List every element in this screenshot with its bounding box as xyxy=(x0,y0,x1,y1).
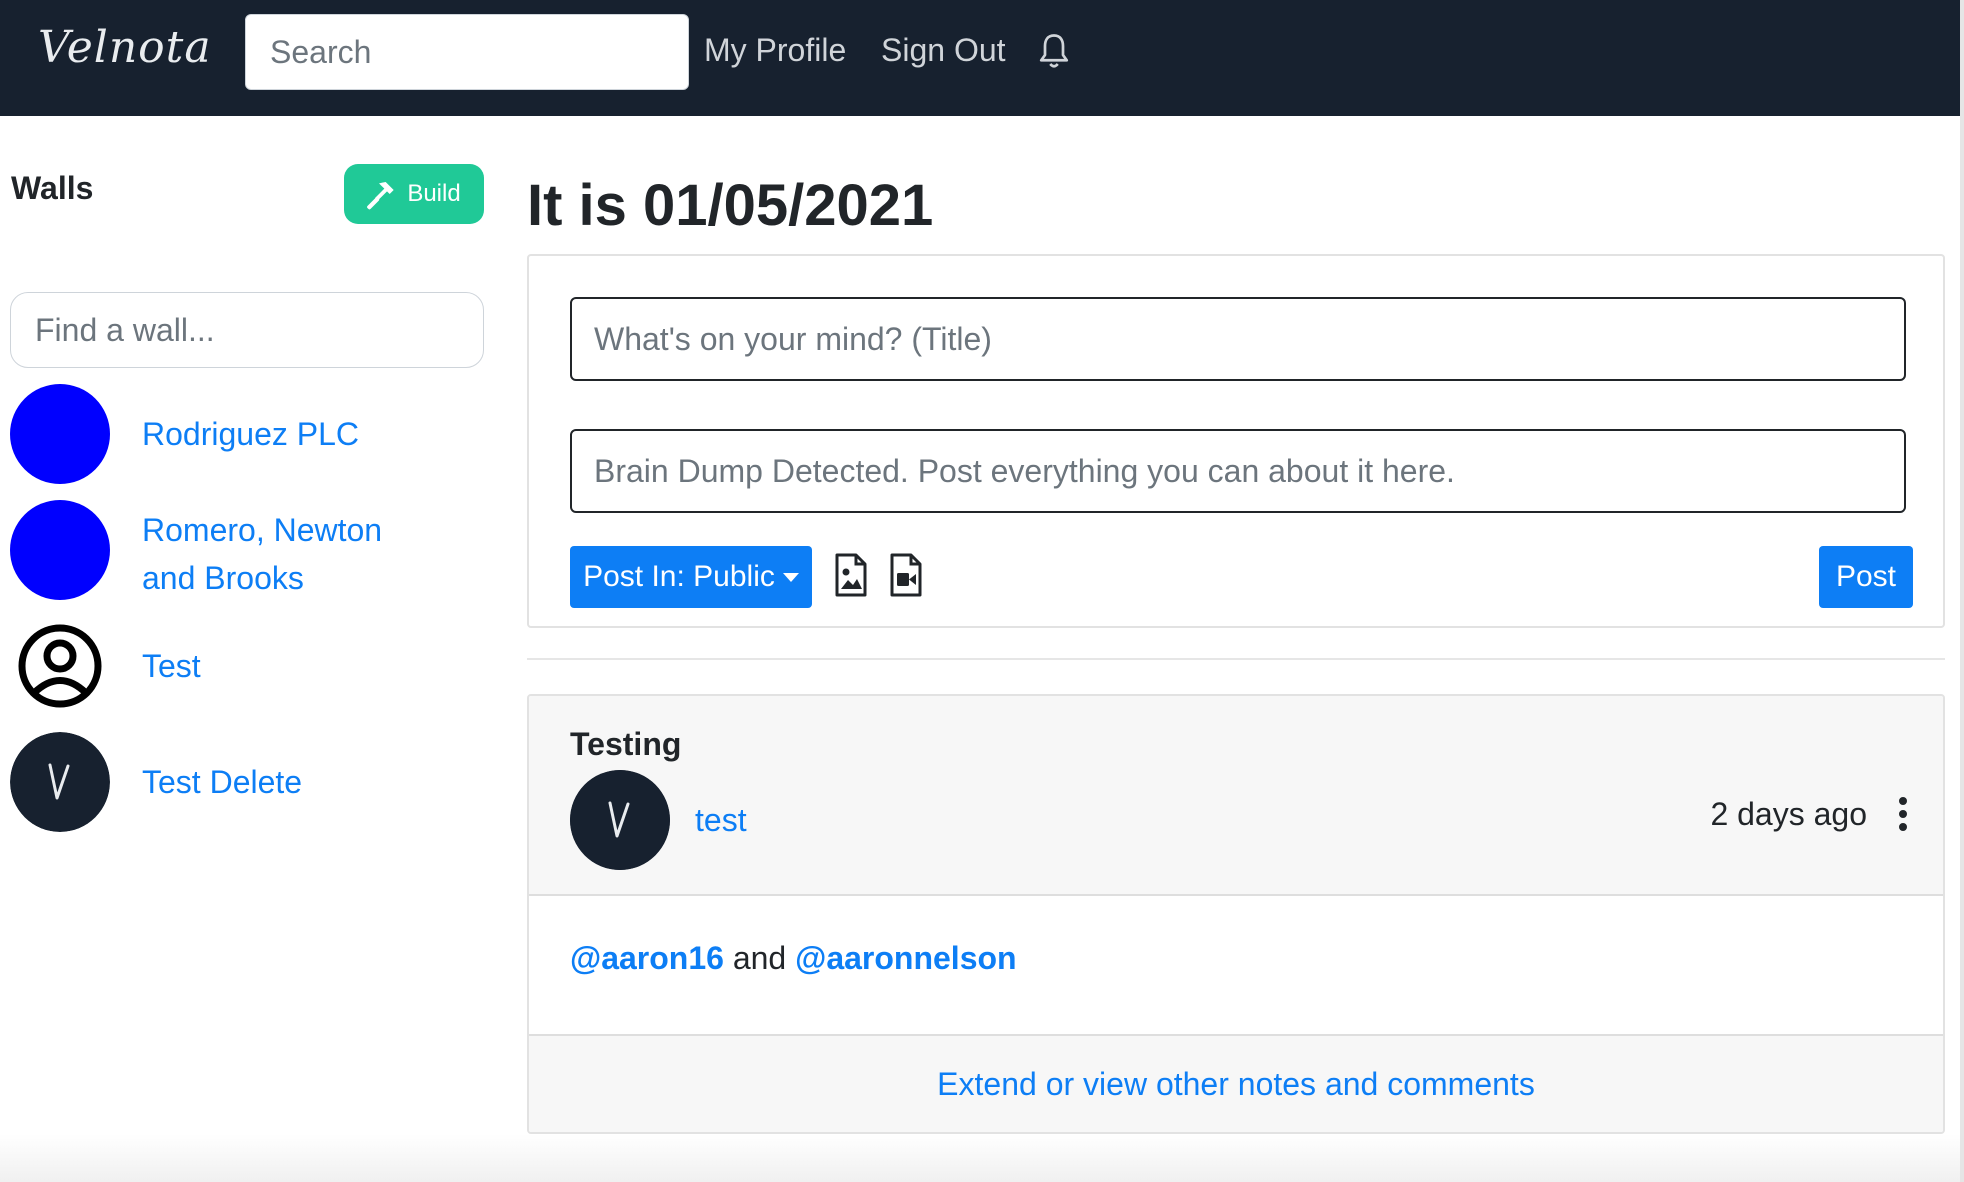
date-heading: It is 01/05/2021 xyxy=(527,173,934,238)
top-navbar: Velnota My Profile Sign Out xyxy=(0,0,1960,116)
caret-down-icon xyxy=(782,572,799,582)
walls-heading: Walls xyxy=(11,170,94,206)
file-video-icon[interactable] xyxy=(889,552,923,598)
my-profile-link[interactable]: My Profile xyxy=(704,32,846,69)
wall-item-test[interactable]: Test xyxy=(10,616,490,716)
post-body-input[interactable] xyxy=(570,429,1906,513)
compose-card: Post In: Public Post xyxy=(527,254,1945,628)
search-input[interactable] xyxy=(245,14,689,90)
post-title-input[interactable] xyxy=(570,297,1906,381)
wall-name-line1: Romero, Newton xyxy=(142,512,383,548)
post-in-dropdown[interactable]: Post In: Public xyxy=(570,546,812,608)
hammer-icon xyxy=(367,182,394,210)
user-circle-icon xyxy=(18,624,102,708)
build-label: Build xyxy=(407,180,461,207)
velnota-logo-avatar xyxy=(10,732,110,832)
file-image-icon[interactable] xyxy=(834,552,868,598)
post-body-text: and xyxy=(732,940,787,976)
wall-item-romero[interactable]: Romero, Newton and Brooks xyxy=(10,500,490,600)
find-wall-input[interactable] xyxy=(10,292,484,368)
bell-icon[interactable] xyxy=(1036,32,1072,72)
wall-name[interactable]: Test xyxy=(142,642,201,690)
wall-avatar xyxy=(10,384,110,484)
post-timestamp: 2 days ago xyxy=(1710,796,1867,832)
wall-item-test-delete[interactable]: Test Delete xyxy=(10,732,490,832)
wall-item-rodriguez[interactable]: Rodriguez PLC xyxy=(10,384,490,484)
wall-name-line2: and Brooks xyxy=(142,560,304,596)
bottom-shade xyxy=(0,1134,1960,1182)
mention-link[interactable]: @aaronnelson xyxy=(795,940,1016,976)
post-in-label: Post In: Public xyxy=(583,560,775,593)
wall-name[interactable]: Romero, Newton and Brooks xyxy=(142,506,382,602)
wall-name[interactable]: Test Delete xyxy=(142,758,302,806)
author-avatar[interactable] xyxy=(570,770,670,870)
sign-out-link[interactable]: Sign Out xyxy=(881,32,1006,69)
post-author-link[interactable]: test xyxy=(695,802,747,839)
post-header: Testing test 2 days ago xyxy=(529,696,1943,896)
wall-name[interactable]: Rodriguez PLC xyxy=(142,410,359,458)
window-edge xyxy=(1960,0,1964,1182)
divider xyxy=(527,658,1945,660)
post-title: Testing xyxy=(570,726,682,762)
build-button[interactable]: Build xyxy=(344,164,484,224)
mention-link[interactable]: @aaron16 xyxy=(570,940,724,976)
post-body: @aaron16 and @aaronnelson xyxy=(570,940,1017,977)
post-button[interactable]: Post xyxy=(1819,546,1913,608)
post-footer: Extend or view other notes and comments xyxy=(529,1034,1943,1132)
brand-logo[interactable]: Velnota xyxy=(38,22,212,73)
wall-avatar xyxy=(10,500,110,600)
kebab-menu-icon[interactable] xyxy=(1897,796,1909,832)
post-card: Testing test 2 days ago @aaron16 and @aa… xyxy=(527,694,1945,1134)
view-comments-link[interactable]: Extend or view other notes and comments xyxy=(937,1066,1535,1103)
